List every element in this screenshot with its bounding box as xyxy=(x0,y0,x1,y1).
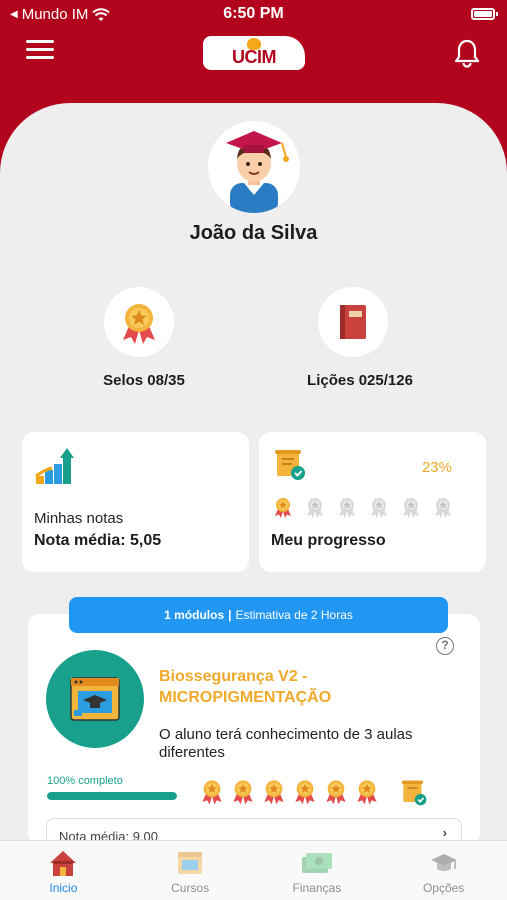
locked-medal-icon xyxy=(369,496,389,524)
tab-label-financas: Finanças xyxy=(292,881,342,895)
status-time: 6:50 PM xyxy=(223,5,284,22)
progress-title: Meu progresso xyxy=(271,532,386,549)
locked-medal-icon xyxy=(337,496,357,524)
hamburger-menu-button[interactable] xyxy=(26,40,54,64)
online-course-icon xyxy=(70,677,120,721)
graduation-cap-icon xyxy=(430,854,457,871)
progress-percent: 23% xyxy=(421,459,452,476)
tab-label-inicio: Inicio xyxy=(49,881,78,895)
tab-inicio[interactable]: Inicio xyxy=(0,841,127,900)
bottom-tab-bar: Inicio Cursos Finanças Opções xyxy=(0,840,507,900)
lessons-button[interactable] xyxy=(318,287,388,357)
banner-separator: | xyxy=(228,608,232,622)
app-logo: UCIM xyxy=(203,36,305,70)
progress-medals xyxy=(273,496,453,524)
average-grade: Nota média: 5,05 xyxy=(34,532,162,549)
course-thumbnail xyxy=(46,650,144,748)
tab-label-cursos: Cursos xyxy=(171,881,210,895)
tab-cursos[interactable]: Cursos xyxy=(127,841,254,900)
medal-icon xyxy=(123,304,155,344)
status-bar: ◀ Mundo IM 6:50 PM xyxy=(0,0,507,28)
tab-opcoes[interactable]: Opções xyxy=(380,841,507,900)
battery-icon xyxy=(471,8,498,20)
course-progress-bar xyxy=(47,792,177,800)
courses-icon xyxy=(178,852,203,874)
locked-medal-icon xyxy=(305,496,325,524)
badges-count: Selos 08/35 xyxy=(103,372,185,389)
student-avatar-icon xyxy=(226,131,289,213)
progress-card[interactable]: 23% Meu progresso xyxy=(259,432,486,572)
chart-growth-icon xyxy=(35,448,74,484)
course-medal-icon xyxy=(231,778,255,811)
home-icon xyxy=(50,851,77,876)
course-banner[interactable]: 1 módulos | Estimativa de 2 Horas xyxy=(69,597,448,633)
certificate-icon xyxy=(275,450,305,480)
course-medals xyxy=(200,778,379,811)
user-name: João da Silva xyxy=(189,222,318,244)
course-progress-fill xyxy=(47,792,177,800)
locked-medal-icon xyxy=(401,496,421,524)
badges-button[interactable] xyxy=(104,287,174,357)
course-medal-icon xyxy=(200,778,224,811)
finance-icon xyxy=(301,853,332,873)
tab-financas[interactable]: Finanças xyxy=(254,841,381,900)
course-medal-icon xyxy=(293,778,317,811)
tab-label-opcoes: Opções xyxy=(422,881,465,895)
locked-medal-icon xyxy=(433,496,453,524)
course-description: O aluno terá conhecimento de 3 aulas dif… xyxy=(159,726,413,761)
book-icon xyxy=(340,305,366,339)
course-medal-icon xyxy=(262,778,286,811)
course-certificate-icon[interactable] xyxy=(400,778,428,808)
chevron-right-icon: › xyxy=(442,825,447,840)
owl-mascot-icon xyxy=(247,38,261,50)
notes-caption: Minhas notas xyxy=(34,510,124,527)
course-title: Biossegurança V2 - MICROPIGMENTAÇÃO xyxy=(159,668,332,706)
notification-bell-icon[interactable] xyxy=(453,38,481,68)
banner-modules: 1 módulos xyxy=(164,608,225,622)
user-avatar[interactable] xyxy=(208,121,300,213)
banner-estimate: Estimativa de 2 Horas xyxy=(235,608,353,622)
help-icon[interactable]: ? xyxy=(436,637,454,655)
course-medal-icon xyxy=(324,778,348,811)
course-medal-icon xyxy=(355,778,379,811)
lessons-count: Lições 025/126 xyxy=(307,372,413,389)
notes-card[interactable]: Minhas notas Nota média: 5,05 xyxy=(22,432,249,572)
course-complete-label: 100% completo xyxy=(47,775,123,787)
earned-medal-icon xyxy=(273,496,293,524)
